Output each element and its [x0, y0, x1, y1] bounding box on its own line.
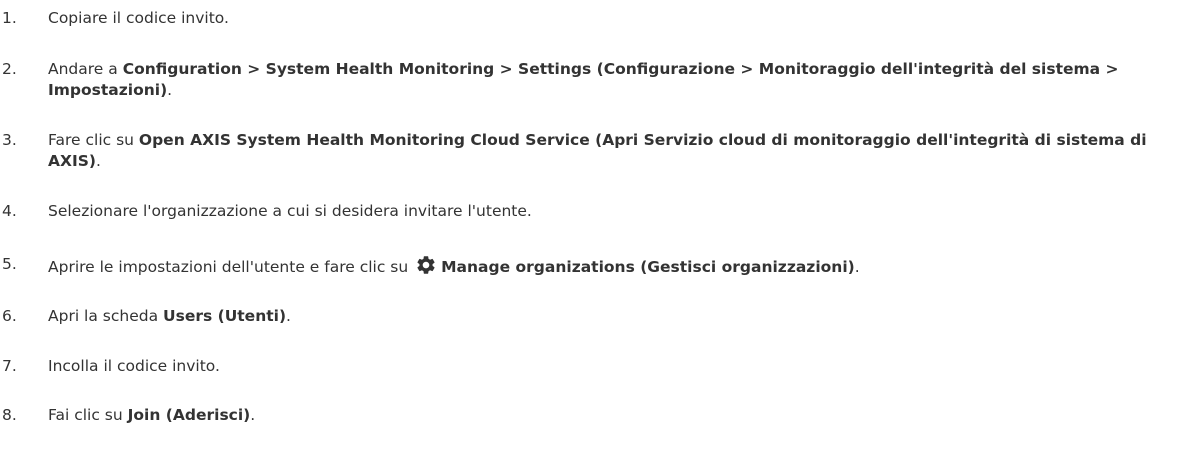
step-text-part: . — [95, 152, 101, 170]
step-text: Fai clic su Join (Aderisci). — [28, 405, 1160, 426]
step-text: Andare a Configuration > System Health M… — [28, 59, 1160, 101]
step-number: 5. — [2, 255, 17, 273]
step-text-part: Fare clic su — [48, 131, 139, 149]
step-text-part: Fai clic su — [48, 406, 128, 424]
step-text-part: Incolla il codice invito. — [48, 357, 220, 375]
step-7: 7. Incolla il codice invito. — [0, 356, 1160, 377]
step-text: Copiare il codice invito. — [28, 8, 1160, 29]
step-text-part: . — [286, 307, 291, 325]
step-text-part: . — [167, 81, 173, 99]
step-number: 1. — [2, 9, 17, 27]
step-text: Apri la scheda Users (Utenti). — [28, 306, 1160, 327]
step-text-part: Selezionare l'organizzazione a cui si de… — [48, 202, 532, 220]
step-number: 4. — [2, 202, 17, 220]
step-number: 2. — [2, 60, 17, 78]
step-text: Incolla il codice invito. — [28, 356, 1160, 377]
step-6: 6. Apri la scheda Users (Utenti). — [0, 306, 1160, 327]
step-number: 3. — [2, 131, 17, 149]
step-text-part: Aprire le impostazioni dell'utente e far… — [48, 258, 414, 276]
step-text: Fare clic su Open AXIS System Health Mon… — [28, 130, 1160, 172]
step-number: 8. — [2, 406, 17, 424]
service-link-label: Open AXIS System Health Monitoring Cloud… — [48, 131, 1147, 170]
step-number: 7. — [2, 357, 17, 375]
step-text-part: . — [250, 406, 256, 424]
step-5: 5. Aprire le impostazioni dell'utente e … — [0, 254, 1160, 278]
manage-organizations-label: Manage organizations (Gestisci organizza… — [441, 258, 855, 276]
step-3: 3. Fare clic su Open AXIS System Health … — [0, 130, 1160, 172]
step-text: Selezionare l'organizzazione a cui si de… — [28, 201, 1160, 222]
step-2: 2. Andare a Configuration > System Healt… — [0, 59, 1160, 101]
step-text: Aprire le impostazioni dell'utente e far… — [28, 254, 1160, 278]
step-text-part: Copiare il codice invito. — [48, 9, 229, 27]
step-text-part: Andare a — [48, 60, 123, 78]
instruction-steps: 1. Copiare il codice invito. 2. Andare a… — [0, 0, 1181, 424]
step-text-part: . — [854, 258, 860, 276]
step-1: 1. Copiare il codice invito. — [0, 8, 1160, 29]
users-tab-label: Users (Utenti) — [163, 307, 287, 325]
join-button-label: Join (Aderisci) — [127, 406, 251, 424]
menu-path: Configuration > System Health Monitoring… — [48, 60, 1119, 99]
step-8: 8. Fai clic su Join (Aderisci). — [0, 405, 1160, 426]
step-number: 6. — [2, 307, 17, 325]
step-4: 4. Selezionare l'organizzazione a cui si… — [0, 201, 1160, 222]
step-text-part: Apri la scheda — [48, 307, 164, 325]
gear-icon — [417, 256, 435, 274]
